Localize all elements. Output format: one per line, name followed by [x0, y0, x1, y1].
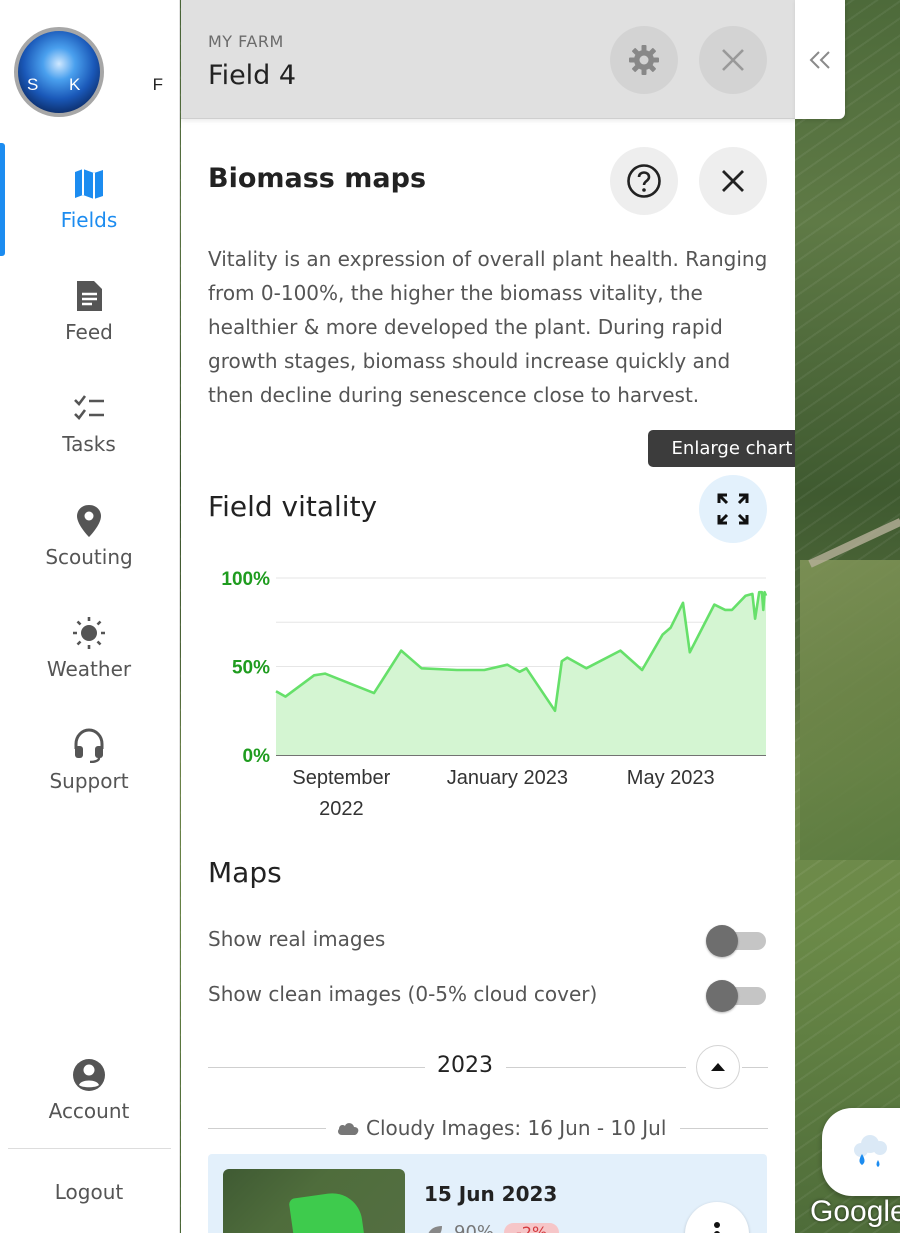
- nav-weather[interactable]: Weather: [0, 615, 178, 681]
- nav-label: Tasks: [62, 432, 116, 456]
- y-tick-label: 50%: [232, 658, 270, 679]
- field-settings-button[interactable]: [610, 26, 678, 94]
- nav-label: Fields: [60, 208, 118, 232]
- x-tick-label: January 2023: [447, 767, 568, 789]
- nav-scouting[interactable]: Scouting: [0, 503, 178, 569]
- field-vitality-title: Field vitality: [208, 490, 378, 523]
- maps-title: Maps: [208, 856, 282, 889]
- map-thumbnail[interactable]: [223, 1169, 405, 1233]
- logo-orb: [14, 27, 104, 117]
- year-label: 2023: [437, 1053, 493, 1078]
- nav-label: Weather: [46, 657, 132, 681]
- card-vitality: 90%: [454, 1222, 495, 1233]
- y-tick-label: 100%: [221, 569, 270, 590]
- card-change-badge: -2%: [504, 1223, 560, 1233]
- divider-line: [680, 1128, 768, 1129]
- field-panel: MY FARM Field 4 Biomass maps Vitality is…: [181, 0, 795, 1233]
- map-image-card[interactable]: 15 Jun 2023 90% -2%: [208, 1154, 767, 1233]
- year-section-header: 2023: [208, 1045, 768, 1089]
- account-circle-icon: [73, 1059, 105, 1091]
- card-meta: 90% -2%: [424, 1222, 560, 1233]
- logout-button[interactable]: Logout: [0, 1180, 178, 1204]
- panel-header: MY FARM Field 4: [181, 0, 795, 119]
- show-clean-images-row: Show clean images (0-5% cloud cover): [208, 978, 768, 1012]
- nav-account[interactable]: Account: [0, 1057, 178, 1123]
- document-icon: [77, 281, 102, 311]
- show-real-images-row: Show real images: [208, 923, 768, 957]
- caret-up-icon: [711, 1063, 725, 1071]
- divider-line: [506, 1067, 686, 1068]
- close-icon: [722, 170, 744, 192]
- fullscreen-icon: [717, 493, 749, 525]
- x-tick-label: 2022: [319, 798, 364, 820]
- help-button[interactable]: [610, 147, 678, 215]
- headset-icon: [74, 728, 104, 763]
- nav-label: Support: [49, 769, 129, 793]
- nav-label: Scouting: [45, 545, 133, 569]
- collapse-year-button[interactable]: [696, 1045, 740, 1089]
- checklist-icon: [74, 395, 104, 420]
- rain-drops-icon: [854, 1135, 887, 1167]
- cloudy-images-header: Cloudy Images: 16 Jun - 10 Jul: [208, 1112, 768, 1144]
- location-pin-icon: [77, 505, 101, 537]
- card-more-button[interactable]: [685, 1202, 749, 1233]
- map-icon: [75, 169, 103, 199]
- nav-tasks[interactable]: Tasks: [0, 390, 178, 456]
- close-icon: [722, 49, 744, 71]
- vitality-area: [276, 592, 766, 755]
- logout-label: Logout: [54, 1180, 124, 1204]
- google-attribution: Google: [810, 1195, 900, 1228]
- enlarge-chart-button[interactable]: [699, 475, 767, 543]
- vitality-chart[interactable]: 0% 50% 100% September 2022 January 2023 May 20…: [201, 562, 791, 832]
- biomass-title: Biomass maps: [208, 163, 427, 194]
- divider-line: [208, 1067, 425, 1068]
- close-biomass-button[interactable]: [699, 147, 767, 215]
- card-date: 15 Jun 2023: [424, 1182, 558, 1206]
- cloudy-images-label: Cloudy Images: 16 Jun - 10 Jul: [336, 1116, 666, 1140]
- y-tick-label: 0%: [243, 746, 271, 767]
- x-tick-label: May 2023: [627, 767, 715, 789]
- show-clean-images-label: Show clean images (0-5% cloud cover): [208, 982, 598, 1006]
- map-field-patch: [800, 560, 900, 860]
- help-icon: [627, 164, 661, 198]
- close-field-button[interactable]: [699, 26, 767, 94]
- leaf-icon: [428, 1225, 442, 1233]
- skyfld-logo[interactable]: S K Y F L D: [14, 27, 246, 119]
- show-real-images-toggle[interactable]: [706, 925, 766, 957]
- nav-support[interactable]: Support: [0, 727, 178, 793]
- field-name: Field 4: [208, 60, 297, 91]
- nav-label: Account: [48, 1099, 130, 1123]
- x-tick-label: September: [292, 767, 390, 789]
- divider-line: [208, 1128, 326, 1129]
- more-vertical-icon: [714, 1222, 720, 1233]
- cloud-icon: [338, 1123, 359, 1135]
- double-chevron-left-icon: [809, 50, 830, 69]
- show-clean-images-toggle[interactable]: [706, 980, 766, 1012]
- nav-divider: [8, 1148, 171, 1149]
- nav-feed[interactable]: Feed: [0, 278, 178, 344]
- collapse-panel-button[interactable]: [795, 0, 845, 119]
- sun-icon: [73, 617, 105, 649]
- biomass-description: Vitality is an expression of overall pla…: [208, 247, 768, 407]
- divider-line: [742, 1067, 768, 1068]
- gear-icon: [629, 45, 659, 75]
- nav-fields[interactable]: Fields: [0, 166, 178, 232]
- left-nav: S K Y F L D Fields Feed Tasks Scouting W…: [0, 0, 246, 1233]
- farm-label: MY FARM: [208, 32, 284, 51]
- nav-label: Feed: [65, 320, 113, 344]
- show-real-images-label: Show real images: [208, 927, 386, 951]
- weather-layer-button[interactable]: [822, 1108, 900, 1196]
- enlarge-chart-tooltip: Enlarge chart: [648, 430, 795, 467]
